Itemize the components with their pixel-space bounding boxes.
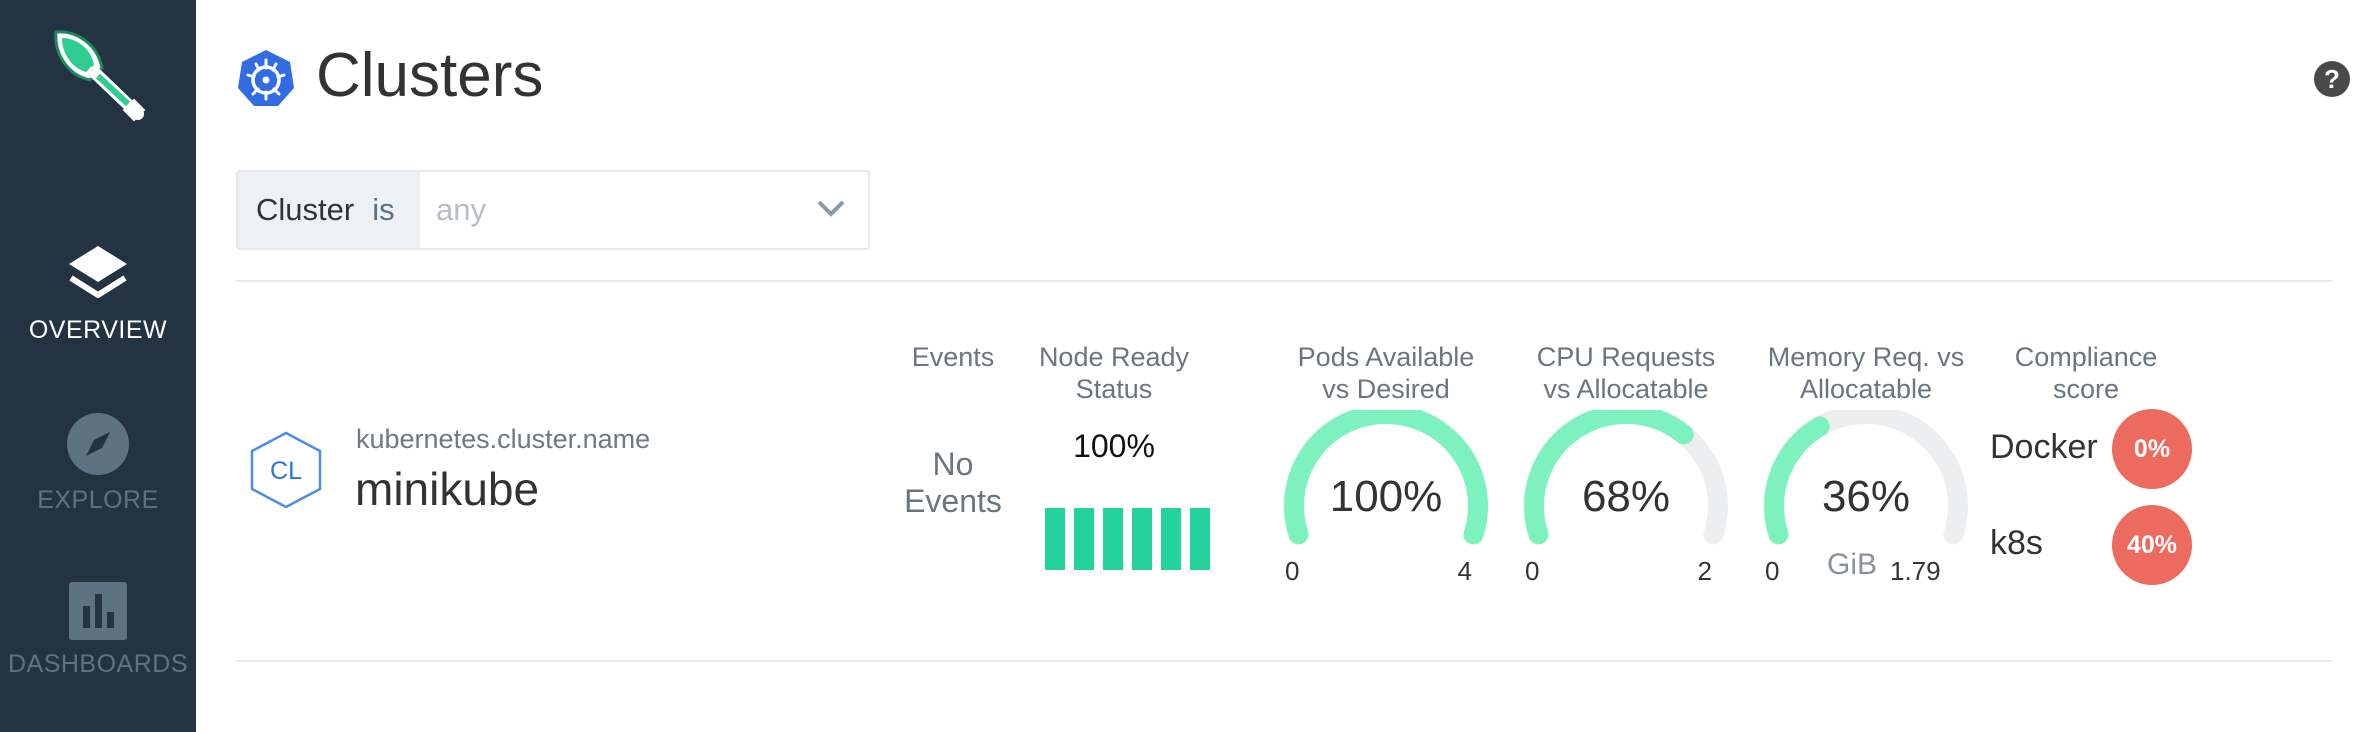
pods-title-line2: vs Desired bbox=[1322, 374, 1450, 404]
node-ready-title-line1: Node Ready bbox=[1038, 342, 1190, 372]
node-ready-bar bbox=[1074, 508, 1094, 570]
filter-key-label: Cluster bbox=[256, 192, 355, 227]
sidebar-item-explore[interactable]: EXPLORE bbox=[0, 412, 196, 515]
compliance-docker-label: Docker bbox=[1990, 428, 2098, 466]
sidebar: OVERVIEW EXPLORE DASHBOARDS bbox=[0, 0, 196, 732]
layers-icon bbox=[69, 246, 127, 298]
memory-title-line1: Memory Req. vs bbox=[1767, 342, 1965, 372]
node-ready-bar bbox=[1045, 508, 1065, 570]
cluster-name[interactable]: minikube bbox=[355, 462, 539, 516]
events-value-line2: Events bbox=[904, 483, 1002, 519]
pods-gauge-value: 100% bbox=[1329, 472, 1443, 521]
events-value: No Events bbox=[896, 446, 1010, 520]
filter-operator: is bbox=[372, 192, 395, 227]
divider bbox=[236, 660, 2332, 662]
compliance-title-line2: score bbox=[2052, 374, 2120, 404]
filter-value-select[interactable]: any bbox=[420, 172, 868, 248]
compliance-docker-score[interactable]: 0% bbox=[2112, 409, 2192, 489]
filter-key: Cluster is bbox=[238, 172, 420, 248]
sidebar-item-label: EXPLORE bbox=[37, 486, 159, 514]
compliance-k8s-score[interactable]: 40% bbox=[2112, 505, 2192, 585]
pods-gauge-max: 4 bbox=[1457, 556, 1472, 586]
events-value-line1: No bbox=[932, 446, 974, 482]
sidebar-item-dashboards[interactable]: DASHBOARDS bbox=[0, 582, 196, 679]
cluster-badge-icon: CL bbox=[250, 431, 322, 509]
main-content: Clusters ? Cluster is any CL kubernetes.… bbox=[196, 0, 2368, 732]
shovel-logo-icon[interactable] bbox=[48, 26, 148, 122]
memory-title-line2: Allocatable bbox=[1799, 374, 1933, 404]
node-ready-title-line2: Status bbox=[1075, 374, 1153, 404]
cluster-badge-text: CL bbox=[270, 457, 302, 485]
cpu-title-line2: vs Allocatable bbox=[1543, 374, 1709, 404]
node-ready-bar bbox=[1132, 508, 1152, 570]
pods-title-line1: Pods Available bbox=[1297, 342, 1475, 372]
compliance-k8s-label: k8s bbox=[1990, 524, 2043, 562]
pods-gauge-min: 0 bbox=[1285, 556, 1300, 586]
cluster-key-label: kubernetes.cluster.name bbox=[356, 424, 651, 454]
sidebar-item-label: OVERVIEW bbox=[28, 316, 168, 344]
compliance-title-line1: Compliance bbox=[2014, 342, 2158, 372]
memory-gauge-unit: GiB bbox=[1827, 548, 1878, 581]
cpu-title-line1: CPU Requests bbox=[1536, 342, 1716, 372]
sidebar-item-label: DASHBOARDS bbox=[7, 650, 189, 678]
node-ready-bar bbox=[1161, 508, 1181, 570]
node-ready-bar bbox=[1103, 508, 1123, 570]
kubernetes-icon bbox=[238, 50, 294, 106]
node-ready-bar bbox=[1190, 508, 1210, 570]
cpu-gauge-min: 0 bbox=[1525, 556, 1540, 586]
chevron-down-icon[interactable] bbox=[816, 198, 846, 218]
filter-placeholder: any bbox=[436, 192, 486, 227]
cpu-gauge-value: 68% bbox=[1581, 472, 1671, 521]
sidebar-item-overview[interactable]: OVERVIEW bbox=[0, 244, 196, 345]
compliance-title: Compliance score bbox=[1996, 341, 2176, 405]
node-ready-title: Node Ready Status bbox=[1034, 341, 1194, 405]
cluster-filter: Cluster is any bbox=[236, 170, 870, 250]
compass-icon bbox=[67, 413, 129, 475]
page-title: Clusters bbox=[316, 41, 544, 110]
cpu-title: CPU Requests vs Allocatable bbox=[1506, 341, 1746, 405]
pods-title: Pods Available vs Desired bbox=[1266, 341, 1506, 405]
help-icon[interactable]: ? bbox=[2314, 61, 2350, 97]
events-title: Events bbox=[911, 342, 995, 372]
memory-gauge-value: 36% bbox=[1821, 472, 1911, 521]
memory-title: Memory Req. vs Allocatable bbox=[1746, 341, 1986, 405]
cpu-gauge-max: 2 bbox=[1697, 556, 1712, 586]
memory-gauge-max: 1.79 bbox=[1890, 556, 1941, 586]
bar-chart-icon bbox=[69, 582, 127, 640]
memory-gauge-min: 0 bbox=[1765, 556, 1780, 586]
divider bbox=[236, 280, 2332, 282]
node-ready-value: 100% bbox=[1073, 428, 1155, 464]
